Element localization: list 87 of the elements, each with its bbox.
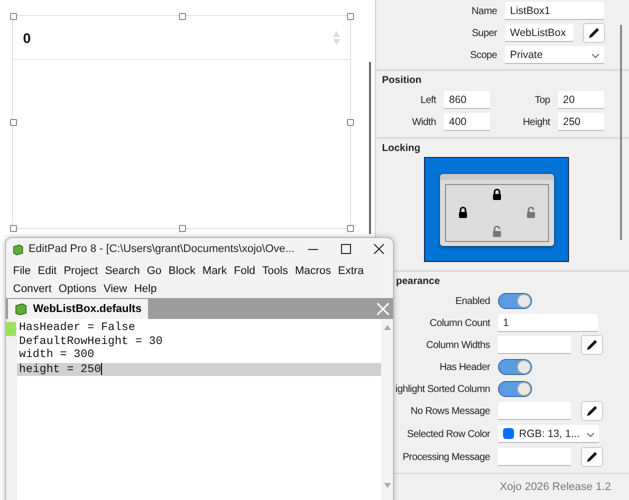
resize-handle[interactable] <box>178 13 186 20</box>
pencil-icon <box>586 451 598 463</box>
code-line: DefaultRowHeight = 30 <box>18 336 164 348</box>
property-label: Column Widths <box>426 340 490 350</box>
resize-handle[interactable] <box>10 225 17 232</box>
menu-item[interactable]: Help <box>131 280 160 298</box>
resize-handle[interactable] <box>10 13 17 20</box>
property-label: Height <box>522 116 552 128</box>
resize-handle[interactable] <box>178 225 186 232</box>
listbox[interactable]: 0 <box>12 15 351 229</box>
text-field[interactable]: 1 <box>498 314 598 332</box>
scroll-up-icon[interactable] <box>384 325 390 330</box>
scope-dropdown[interactable]: Private <box>505 46 604 64</box>
unlocked-padlock-icon[interactable] <box>526 206 536 218</box>
number-field[interactable]: 400 <box>444 113 490 131</box>
property-label: No Rows Message <box>410 406 490 416</box>
maximize-icon <box>341 244 352 254</box>
toggle-switch[interactable] <box>498 359 532 375</box>
text-field[interactable] <box>498 336 571 354</box>
text-field[interactable]: ListBox1 <box>505 2 604 20</box>
property-label: Enabled <box>455 296 490 306</box>
menu-item[interactable]: Macros <box>292 262 334 280</box>
file-tab[interactable]: WebListBox.defaults <box>8 299 148 319</box>
menu-item[interactable]: Search <box>102 262 143 280</box>
toggle-switch[interactable] <box>498 293 532 309</box>
property-label: Column Count <box>430 318 490 328</box>
property-label: Super <box>470 28 498 38</box>
property-label: Top <box>534 94 551 106</box>
section-title: Position <box>381 75 422 86</box>
section-title: pearance <box>395 276 441 287</box>
column-header: 0 <box>23 30 31 46</box>
close-icon <box>377 302 389 314</box>
property-label: Selected Row Color <box>407 428 490 440</box>
unlocked-padlock-icon[interactable] <box>492 225 502 238</box>
number-field[interactable]: 860 <box>444 91 490 109</box>
property-label: Processing Message <box>402 452 490 462</box>
property-label: Scope <box>469 50 498 60</box>
color-dropdown[interactable]: RGB: 13, 1... <box>498 425 599 443</box>
menu-item[interactable]: Go <box>144 262 164 280</box>
sort-icon <box>333 30 340 44</box>
menu-item[interactable]: Project <box>60 262 101 280</box>
window-title: EditPad Pro 8 - [C:\Users\grant\Documents\xojo\Ove... <box>28 243 294 255</box>
pencil-icon <box>586 339 598 351</box>
property-label: Name <box>470 6 498 16</box>
code-line: HasHeader = False <box>18 322 136 336</box>
scrollbar[interactable] <box>620 25 622 240</box>
edit-button[interactable] <box>581 401 603 421</box>
toggle-switch[interactable] <box>498 381 532 397</box>
scrollbar[interactable] <box>369 62 371 234</box>
notebook-icon <box>12 242 24 256</box>
menu-item[interactable]: Mark <box>199 262 230 280</box>
menu-item[interactable]: Options <box>56 280 100 298</box>
property-label: Has Header <box>440 362 490 372</box>
property-label: Left <box>420 94 438 106</box>
property-label: Width <box>410 116 437 128</box>
resize-handle[interactable] <box>347 225 354 232</box>
resize-handle[interactable] <box>347 13 354 20</box>
locked-padlock-icon[interactable] <box>458 206 468 218</box>
edit-button[interactable] <box>583 23 605 43</box>
code-line: width = 300 <box>18 349 96 362</box>
edit-button[interactable] <box>581 447 603 467</box>
menu-item[interactable]: Edit <box>34 262 60 280</box>
property-label: ighlight Sorted Column <box>395 384 490 394</box>
menu-item[interactable]: View <box>100 280 130 298</box>
text-field[interactable] <box>498 448 571 466</box>
minimize-icon <box>308 248 318 250</box>
close-icon <box>374 244 384 254</box>
number-field[interactable]: 20 <box>558 91 604 109</box>
menu-item[interactable]: Tools <box>259 262 291 280</box>
number-field[interactable]: 250 <box>558 113 604 131</box>
menu-item[interactable]: Block <box>166 262 198 280</box>
resize-handle[interactable] <box>10 119 17 126</box>
text-field[interactable] <box>498 402 571 420</box>
edit-button[interactable] <box>581 335 603 355</box>
scrollbar[interactable] <box>381 319 393 500</box>
menu-item[interactable]: File <box>10 262 34 280</box>
pencil-icon <box>586 405 598 417</box>
section-title: Locking <box>381 143 422 154</box>
locked-padlock-icon[interactable] <box>492 188 502 200</box>
scroll-down-icon[interactable] <box>384 483 390 488</box>
resize-handle[interactable] <box>347 119 354 126</box>
menu-item[interactable]: Fold <box>230 262 258 280</box>
menu-item[interactable]: Extra <box>335 262 367 280</box>
text-field[interactable]: WebListBox <box>505 24 573 42</box>
pencil-icon <box>588 27 600 39</box>
notebook-icon <box>14 303 27 315</box>
menu-item[interactable]: Convert <box>10 280 55 298</box>
